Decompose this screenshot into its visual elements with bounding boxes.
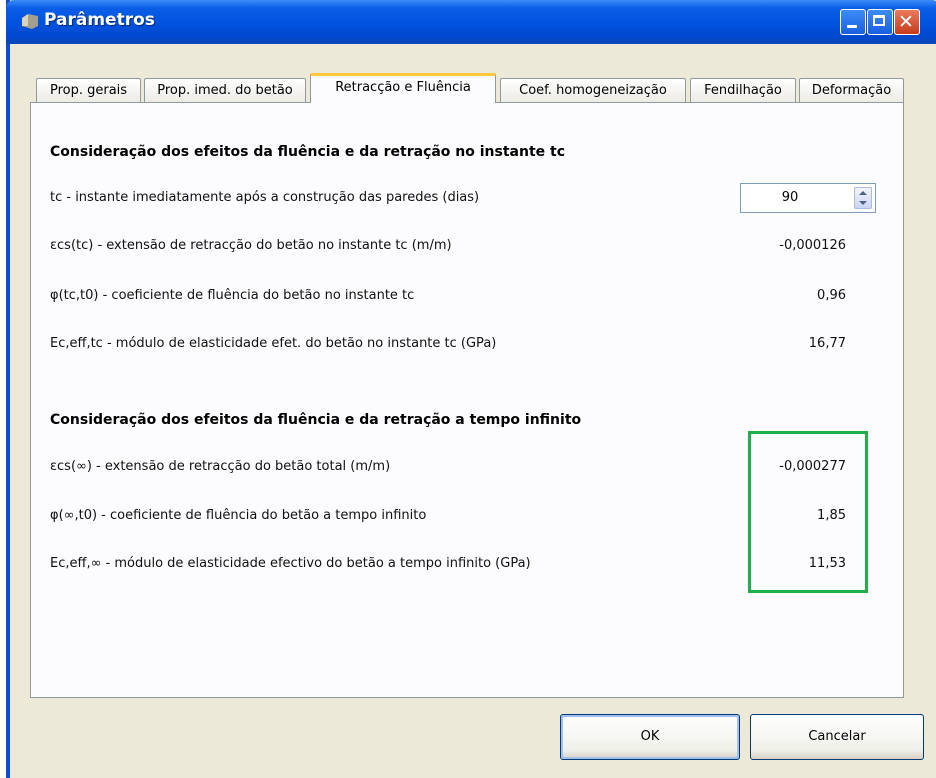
title-bar[interactable]: Parâmetros ✕ bbox=[6, 0, 936, 44]
cancel-button[interactable]: Cancelar bbox=[750, 714, 924, 760]
tab-retraccao-fluencia[interactable]: Retracção e Fluência bbox=[310, 73, 496, 103]
tab-coef-homogeneizacao[interactable]: Coef. homogeneização bbox=[500, 78, 686, 102]
phi-tc-label: φ(tc,t0) - coeficiente de fluência do be… bbox=[50, 288, 415, 303]
maximize-button[interactable] bbox=[867, 9, 893, 35]
ec-eff-tc-label: Ec,eff,tc - módulo de elasticidade efet.… bbox=[50, 336, 497, 351]
window-title: Parâmetros bbox=[44, 10, 155, 30]
spinner-up-icon[interactable] bbox=[859, 191, 867, 195]
phi-inf-value: 1,85 bbox=[817, 508, 846, 523]
spinner-arrows[interactable] bbox=[854, 187, 872, 209]
tab-fendilhacao[interactable]: Fendilhação bbox=[690, 78, 796, 102]
phi-tc-value: 0,96 bbox=[817, 288, 846, 303]
phi-inf-label: φ(∞,t0) - coeficiente de fluência do bet… bbox=[50, 508, 427, 523]
ecs-inf-label: εcs(∞) - extensão de retracção do betão … bbox=[50, 459, 391, 474]
ec-eff-tc-value: 16,77 bbox=[808, 336, 846, 351]
tab-deformacao[interactable]: Deformação bbox=[799, 78, 904, 102]
section-heading-tc: Consideração dos efeitos da fluência e d… bbox=[50, 144, 566, 160]
ec-eff-inf-label: Ec,eff,∞ - módulo de elasticidade efecti… bbox=[50, 556, 531, 571]
tc-spinner[interactable]: 90 bbox=[740, 183, 876, 213]
section-heading-infinite: Consideração dos efeitos da fluência e d… bbox=[50, 412, 582, 428]
tab-prop-gerais[interactable]: Prop. gerais bbox=[36, 78, 141, 102]
tc-label: tc - instante imediatamente após a const… bbox=[50, 190, 480, 205]
ecs-tc-value: -0,000126 bbox=[779, 238, 846, 253]
tab-prop-imed-betao[interactable]: Prop. imed. do betão bbox=[144, 78, 306, 102]
folder-icon bbox=[22, 14, 38, 29]
close-button[interactable]: ✕ bbox=[894, 9, 920, 35]
ec-eff-inf-value: 11,53 bbox=[808, 556, 846, 571]
tc-value[interactable]: 90 bbox=[741, 184, 839, 212]
minimize-icon bbox=[847, 25, 857, 28]
spinner-down-icon[interactable] bbox=[859, 201, 867, 205]
ok-button[interactable]: OK bbox=[560, 714, 740, 760]
ecs-inf-value: -0,000277 bbox=[779, 459, 846, 474]
close-icon: ✕ bbox=[898, 11, 914, 33]
ecs-tc-label: εcs(tc) - extensão de retracção do betão… bbox=[50, 238, 452, 253]
maximize-icon bbox=[873, 15, 885, 26]
minimize-button[interactable] bbox=[840, 9, 866, 35]
